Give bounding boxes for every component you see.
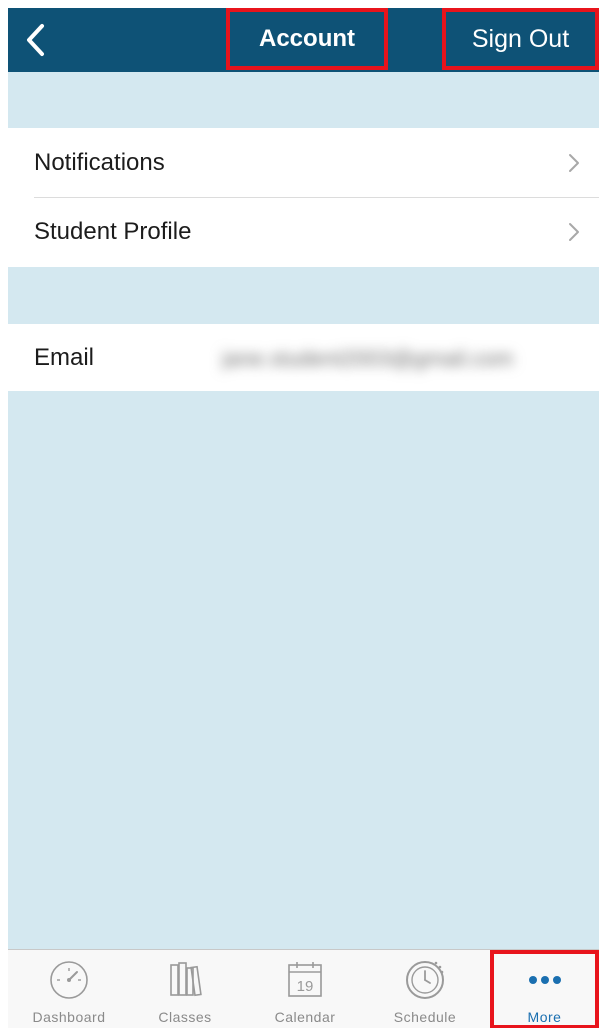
tab-calendar[interactable]: 19 Calendar (252, 950, 358, 1028)
page-title: Account (226, 8, 388, 70)
app-screen: Account Sign Out Notifications Student P… (8, 8, 599, 1028)
calendar-day-text: 19 (297, 978, 314, 995)
account-group: Email jane.student2003@gmail.com (8, 324, 599, 391)
chevron-left-icon (27, 24, 44, 56)
tab-more-label: More (527, 1009, 562, 1025)
tab-calendar-label: Calendar (274, 1009, 336, 1025)
tab-more[interactable]: More (490, 950, 599, 1028)
chevron-right-icon (569, 223, 579, 241)
student-profile-row[interactable]: Student Profile (8, 197, 599, 266)
more-dots-icon (523, 958, 567, 1002)
tab-dashboard[interactable]: Dashboard (16, 950, 122, 1028)
tab-schedule[interactable]: Schedule (372, 950, 478, 1028)
back-button[interactable] (18, 22, 52, 58)
email-value: jane.student2003@gmail.com (222, 346, 514, 370)
books-icon (163, 958, 207, 1002)
clock-icon (403, 958, 447, 1002)
settings-group: Notifications Student Profile (8, 128, 599, 267)
tab-dashboard-label: Dashboard (32, 1009, 106, 1025)
tab-classes[interactable]: Classes (132, 950, 238, 1028)
email-label: Email (34, 343, 95, 371)
nav-bar: Account Sign Out (8, 8, 599, 72)
sign-out-button[interactable]: Sign Out (442, 8, 599, 70)
chevron-right-icon (569, 154, 579, 172)
tab-classes-label: Classes (158, 1009, 212, 1025)
tab-bar: Dashboard Classes 19 Calendar Schedule M… (8, 949, 599, 1028)
speedometer-icon (47, 958, 91, 1002)
student-profile-label: Student Profile (34, 217, 192, 245)
notifications-label: Notifications (34, 148, 165, 176)
email-row: Email jane.student2003@gmail.com (8, 324, 599, 391)
calendar-icon: 19 (283, 958, 327, 1002)
tab-schedule-label: Schedule (393, 1009, 457, 1025)
notifications-row[interactable]: Notifications (8, 128, 599, 197)
